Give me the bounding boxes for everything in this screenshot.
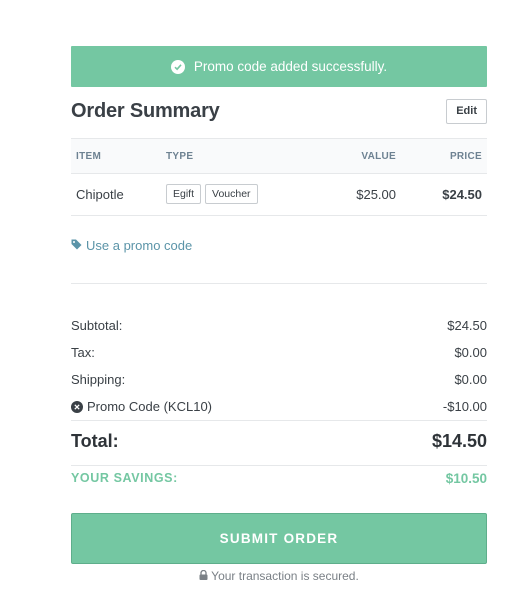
- column-header-item: ITEM: [76, 151, 102, 162]
- shipping-value: $0.00: [454, 372, 487, 387]
- table-header: ITEM TYPE VALUE PRICE: [71, 139, 487, 174]
- secure-text: Your transaction is secured.: [211, 569, 359, 583]
- divider: [71, 465, 487, 466]
- promo-code-label-wrap: Promo Code (KCL10): [71, 399, 212, 414]
- edit-button[interactable]: Edit: [446, 99, 487, 124]
- page-title: Order Summary: [71, 100, 220, 122]
- total-value: $14.50: [431, 431, 487, 451]
- shipping-label: Shipping:: [71, 372, 126, 387]
- success-alert: Promo code added successfully.: [71, 46, 487, 87]
- remove-promo-icon[interactable]: [71, 400, 83, 413]
- item-name: Chipotle: [76, 187, 124, 202]
- check-circle-icon: [170, 59, 185, 74]
- promo-code-label: Promo Code (KCL10): [87, 399, 212, 414]
- savings-value: $10.50: [445, 471, 487, 486]
- summary-header: Order Summary Edit: [71, 87, 487, 139]
- type-tags: Egift Voucher: [166, 184, 258, 204]
- subtotal-value: $24.50: [447, 318, 487, 333]
- tag-icon: [71, 238, 86, 253]
- submit-order-button[interactable]: SUBMIT ORDER: [71, 513, 487, 564]
- promo-link-label: Use a promo code: [86, 238, 193, 253]
- item-value: $25.00: [356, 187, 396, 202]
- column-header-type: TYPE: [166, 151, 194, 162]
- order-summary-panel: Promo code added successfully. Order Sum…: [71, 46, 487, 583]
- promo-code-value: -$10.00: [442, 399, 487, 414]
- subtotal-label: Subtotal:: [71, 318, 123, 333]
- table-row: Chipotle Egift Voucher $25.00 $24.50: [71, 174, 487, 216]
- divider: [71, 283, 487, 284]
- tax-value: $0.00: [454, 345, 487, 360]
- savings-label: YOUR SAVINGS:: [71, 471, 178, 485]
- type-tag-voucher: Voucher: [205, 184, 258, 204]
- item-price: $24.50: [442, 187, 482, 202]
- divider: [71, 420, 487, 421]
- type-tag-egift: Egift: [166, 184, 202, 204]
- column-header-value: VALUE: [361, 151, 396, 162]
- total-label: Total:: [71, 431, 119, 451]
- alert-message: Promo code added successfully.: [193, 59, 388, 74]
- tax-label: Tax:: [71, 345, 95, 360]
- column-header-price: PRICE: [449, 151, 482, 162]
- use-promo-code-link[interactable]: Use a promo code: [71, 238, 192, 253]
- secure-note: Your transaction is secured.: [71, 569, 487, 583]
- lock-icon: [199, 569, 211, 583]
